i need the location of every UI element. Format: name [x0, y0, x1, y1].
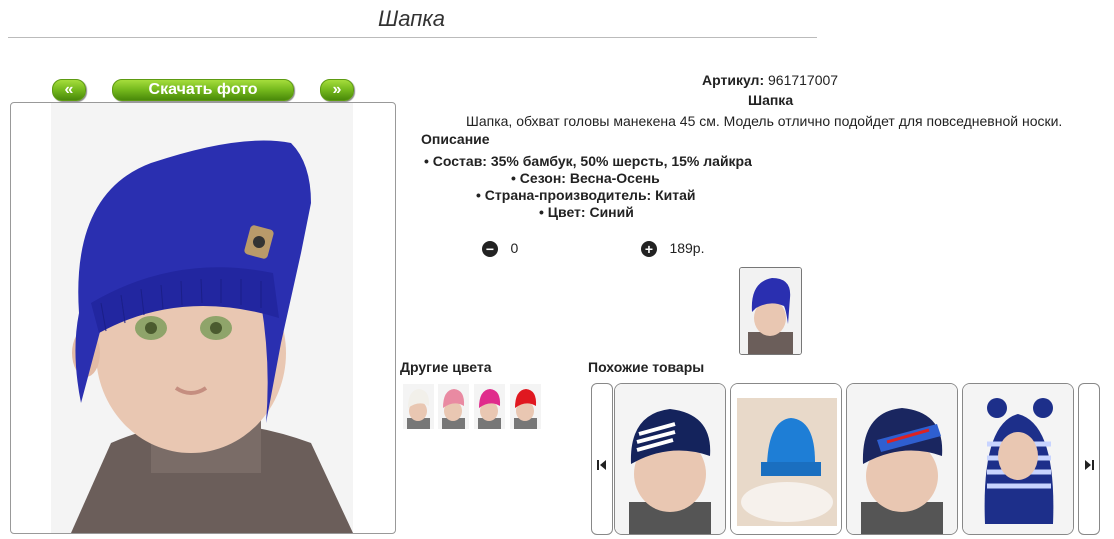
spec-item: • Цвет: Синий [539, 204, 634, 220]
minus-icon[interactable]: − [482, 240, 498, 257]
description-heading: Описание [421, 131, 490, 147]
similar-product-image [731, 384, 841, 534]
article-value: 961717007 [768, 72, 839, 88]
similar-product-image [615, 384, 725, 534]
page-title: Шапка [378, 6, 445, 31]
product-name: Шапка [748, 92, 794, 108]
quantity-value: 0 [510, 240, 519, 256]
color-option-pink[interactable] [438, 384, 469, 429]
thumbnail-image [740, 268, 801, 354]
price-value: 189р. [669, 240, 705, 256]
other-colors-heading: Другие цвета [400, 359, 492, 375]
skip-forward-icon [1085, 460, 1094, 470]
similar-product-card[interactable] [846, 383, 958, 535]
color-option-red-image [510, 384, 541, 429]
product-thumbnail[interactable] [739, 267, 802, 355]
prev-photo-button[interactable]: « [52, 79, 86, 101]
similar-products-heading: Похожие товары [588, 359, 705, 375]
next-photo-button[interactable]: » [320, 79, 354, 101]
spec-season: Сезон: Весна-Осень [519, 170, 660, 186]
product-photo[interactable] [10, 102, 396, 534]
color-option-white[interactable] [403, 384, 434, 429]
spec-composition: Состав: 35% бамбук, 50% шерсть, 15% лайк… [432, 153, 752, 169]
spec-item: • Сезон: Весна-Осень [511, 170, 660, 186]
carousel-next-button[interactable] [1078, 383, 1100, 535]
price-control: + 189р. [641, 240, 705, 258]
color-option-pink-image [438, 384, 469, 429]
color-option-fuchsia-image [474, 384, 505, 429]
skip-back-icon [597, 460, 606, 470]
download-photo-button[interactable]: Скачать фото [112, 79, 294, 101]
similar-product-card[interactable] [962, 383, 1074, 535]
similar-product-image [963, 384, 1073, 534]
title-divider [8, 37, 817, 38]
article-label: Артикул: [702, 72, 765, 88]
spec-item: • Страна-производитель: Китай [476, 187, 696, 203]
spec-country: Страна-производитель: Китай [484, 187, 696, 203]
spec-item: • Состав: 35% бамбук, 50% шерсть, 15% ла… [424, 153, 752, 169]
product-photo-image [51, 103, 353, 533]
similar-product-card[interactable] [614, 383, 726, 535]
product-description: Шапка, обхват головы манекена 45 см. Мод… [466, 113, 1063, 129]
spec-color: Цвет: Синий [547, 204, 634, 220]
quantity-control: − 0 [482, 240, 518, 258]
similar-product-image [847, 384, 957, 534]
color-option-white-image [403, 384, 434, 429]
similar-product-card[interactable] [730, 383, 842, 535]
plus-icon[interactable]: + [641, 240, 657, 257]
article-line: Артикул: 961717007 [702, 72, 838, 88]
carousel-prev-button[interactable] [591, 383, 613, 535]
color-option-red[interactable] [510, 384, 541, 429]
color-option-fuchsia[interactable] [474, 384, 505, 429]
